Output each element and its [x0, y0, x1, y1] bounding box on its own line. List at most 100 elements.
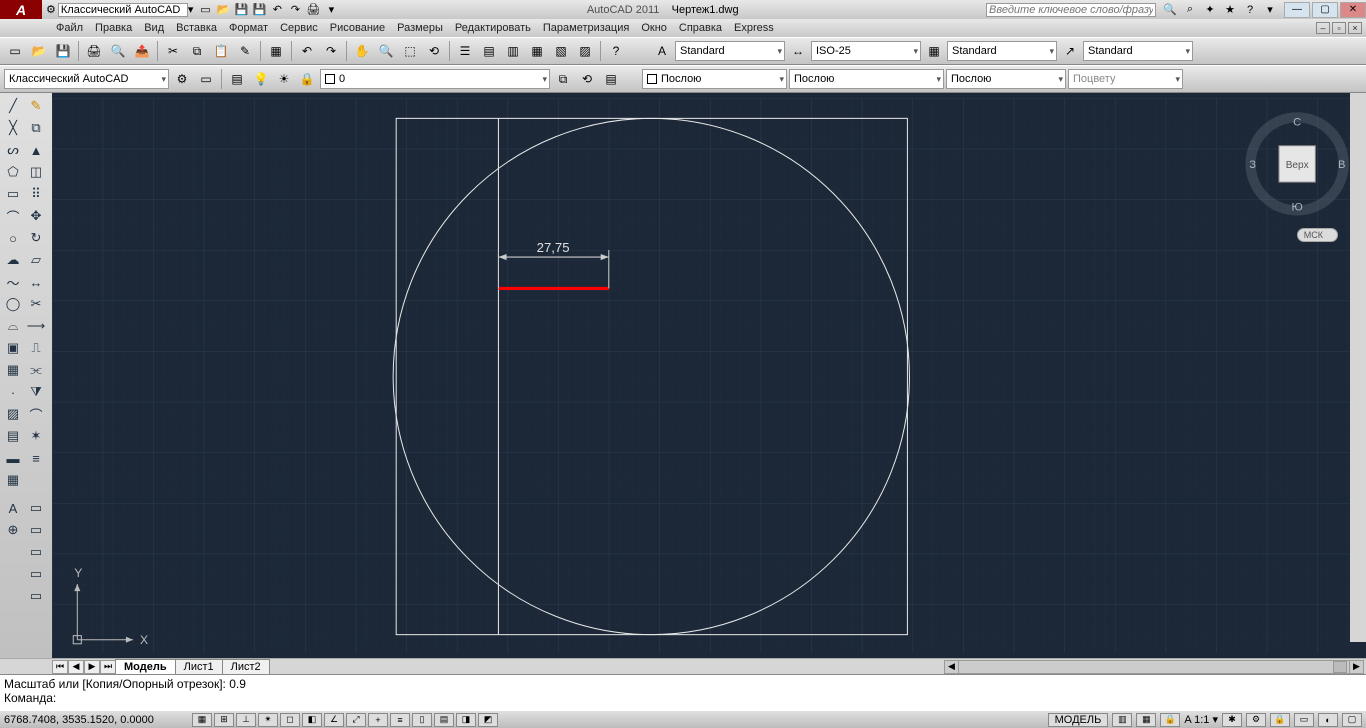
save-button[interactable]: 💾 [52, 40, 74, 62]
ellipse-arc-tool[interactable]: ⌓ [2, 315, 24, 337]
tab-sheet2[interactable]: Лист2 [222, 659, 270, 675]
polyline-tool[interactable]: ᔕ [2, 139, 24, 161]
draworder2-tool[interactable]: ▭ [25, 519, 47, 541]
undo-button[interactable]: ↶ [296, 40, 318, 62]
tablestyle-dropdown[interactable]: Standard [947, 41, 1057, 61]
fillet-tool[interactable]: ⌒ [25, 403, 47, 425]
point-tool[interactable]: · [2, 381, 24, 403]
maximize-button[interactable]: ▢ [1312, 2, 1338, 18]
plot-icon[interactable]: 🖨 [305, 2, 321, 18]
layer-dropdown[interactable]: 0 [320, 69, 550, 89]
rectangle-tool[interactable]: ▭ [2, 183, 24, 205]
ducs-toggle[interactable]: ⤢ [346, 713, 366, 727]
preview-button[interactable]: 🔍 [107, 40, 129, 62]
otrack-toggle[interactable]: ∠ [324, 713, 344, 727]
layer-match-button[interactable]: ▤ [600, 68, 622, 90]
hatch-tool[interactable]: ▨ [2, 403, 24, 425]
zoom-window-button[interactable]: ⬚ [399, 40, 421, 62]
circle-tool[interactable]: ○ [2, 227, 24, 249]
workspace-settings-button[interactable]: ⚙ [171, 68, 193, 90]
workspace-input[interactable] [58, 3, 188, 17]
align-tool[interactable]: ≡ [25, 447, 47, 469]
grid-toggle[interactable]: ⊞ [214, 713, 234, 727]
draworder4-tool[interactable]: ▭ [25, 563, 47, 585]
zoom-previous-button[interactable]: ⟲ [423, 40, 445, 62]
annoscale-lock[interactable]: 🔒 [1160, 713, 1180, 727]
cut-button[interactable]: ✂ [162, 40, 184, 62]
properties-button[interactable]: ☰ [454, 40, 476, 62]
tab-model[interactable]: Модель [115, 659, 176, 675]
help-search-input[interactable] [986, 3, 1156, 17]
close-button[interactable]: ✕ [1340, 2, 1366, 18]
tab-last-button[interactable]: ⏭ [100, 660, 116, 674]
menu-view[interactable]: Вид [144, 22, 164, 34]
menu-tools[interactable]: Сервис [280, 22, 318, 34]
mdi-close[interactable]: × [1348, 22, 1362, 34]
mdi-restore[interactable]: ▫ [1332, 22, 1346, 34]
matchprop-button[interactable]: ✎ [234, 40, 256, 62]
layer-props-button[interactable]: ▤ [226, 68, 248, 90]
paste-button[interactable]: 📋 [210, 40, 232, 62]
copy-tool[interactable]: ⧉ [25, 117, 47, 139]
qp-toggle[interactable]: ▤ [434, 713, 454, 727]
am-toggle[interactable]: ◩ [478, 713, 498, 727]
trim-tool[interactable]: ✂ [25, 293, 47, 315]
polygon-tool[interactable]: ⬠ [2, 161, 24, 183]
qnew-button[interactable]: ▭ [4, 40, 26, 62]
draworder3-tool[interactable]: ▭ [25, 541, 47, 563]
toolbar-lock[interactable]: 🔒 [1270, 713, 1290, 727]
layer-sun-icon[interactable]: ☀ [273, 68, 295, 90]
hardware-accel[interactable]: ▭ [1294, 713, 1314, 727]
ucs-dropdown[interactable]: МСК [1297, 228, 1338, 242]
menu-help[interactable]: Справка [679, 22, 722, 34]
redo-button[interactable]: ↷ [320, 40, 342, 62]
tab-first-button[interactable]: ⏮ [52, 660, 68, 674]
saveas-icon[interactable]: 💾 [251, 2, 267, 18]
menu-draw[interactable]: Рисование [330, 22, 385, 34]
snap-toggle[interactable]: ▦ [192, 713, 212, 727]
menu-insert[interactable]: Вставка [176, 22, 217, 34]
markup-button[interactable]: ▧ [550, 40, 572, 62]
layer-iso-button[interactable]: ⧉ [552, 68, 574, 90]
mdi-minimize[interactable]: – [1316, 22, 1330, 34]
array-tool[interactable]: ⠿ [25, 183, 47, 205]
zoom-button[interactable]: 🔍 [375, 40, 397, 62]
plot-button[interactable]: 🖨 [83, 40, 105, 62]
construction-line-tool[interactable]: ╳ [2, 117, 24, 139]
gradient-tool[interactable]: ▤ [2, 425, 24, 447]
annoscale-label[interactable]: A 1:1 ▾ [1184, 713, 1218, 726]
toolpalettes-button[interactable]: ▥ [502, 40, 524, 62]
model-paper-toggle[interactable]: МОДЕЛЬ [1048, 713, 1109, 727]
tab-next-button[interactable]: ▶ [84, 660, 100, 674]
annovisibility-toggle[interactable]: ✱ [1222, 713, 1242, 727]
publish-button[interactable]: 📤 [131, 40, 153, 62]
linetype-dropdown[interactable]: Послою [789, 69, 944, 89]
copy-button[interactable]: ⧉ [186, 40, 208, 62]
stretch-tool[interactable]: ↔ [25, 271, 47, 293]
make-block-tool[interactable]: ▦ [2, 359, 24, 381]
ortho-toggle[interactable]: ⊥ [236, 713, 256, 727]
break-tool[interactable]: ⎍ [25, 337, 47, 359]
workspace-selector[interactable]: ⚙ ▾ [44, 3, 193, 17]
coords-readout[interactable]: 6768.7408, 3535.1520, 0.0000 [4, 714, 184, 726]
open-icon[interactable]: 📂 [215, 2, 231, 18]
clean-screen[interactable]: ▢ [1342, 713, 1362, 727]
layer-lock-icon[interactable]: 🔒 [296, 68, 318, 90]
help-button[interactable]: ? [605, 40, 627, 62]
isolate-objects[interactable]: ◐ [1318, 713, 1338, 727]
menu-dimension[interactable]: Размеры [397, 22, 443, 34]
sheetset-button[interactable]: ▦ [526, 40, 548, 62]
chamfer-tool[interactable]: ⧩ [25, 381, 47, 403]
help-icon[interactable]: ? [1242, 2, 1258, 18]
revcloud-tool[interactable]: ☁ [2, 249, 24, 271]
mtext-tool[interactable]: A [2, 497, 24, 519]
arc-tool[interactable]: ⌒ [2, 205, 24, 227]
lineweight-dropdown[interactable]: Послою [946, 69, 1066, 89]
dimstyle-icon[interactable]: ↔ [787, 40, 809, 62]
menu-edit[interactable]: Правка [95, 22, 132, 34]
redo-icon[interactable]: ↷ [287, 2, 303, 18]
minimize-button[interactable]: — [1284, 2, 1310, 18]
designcenter-button[interactable]: ▤ [478, 40, 500, 62]
textstyle-icon[interactable]: A [651, 40, 673, 62]
draworder5-tool[interactable]: ▭ [25, 585, 47, 607]
